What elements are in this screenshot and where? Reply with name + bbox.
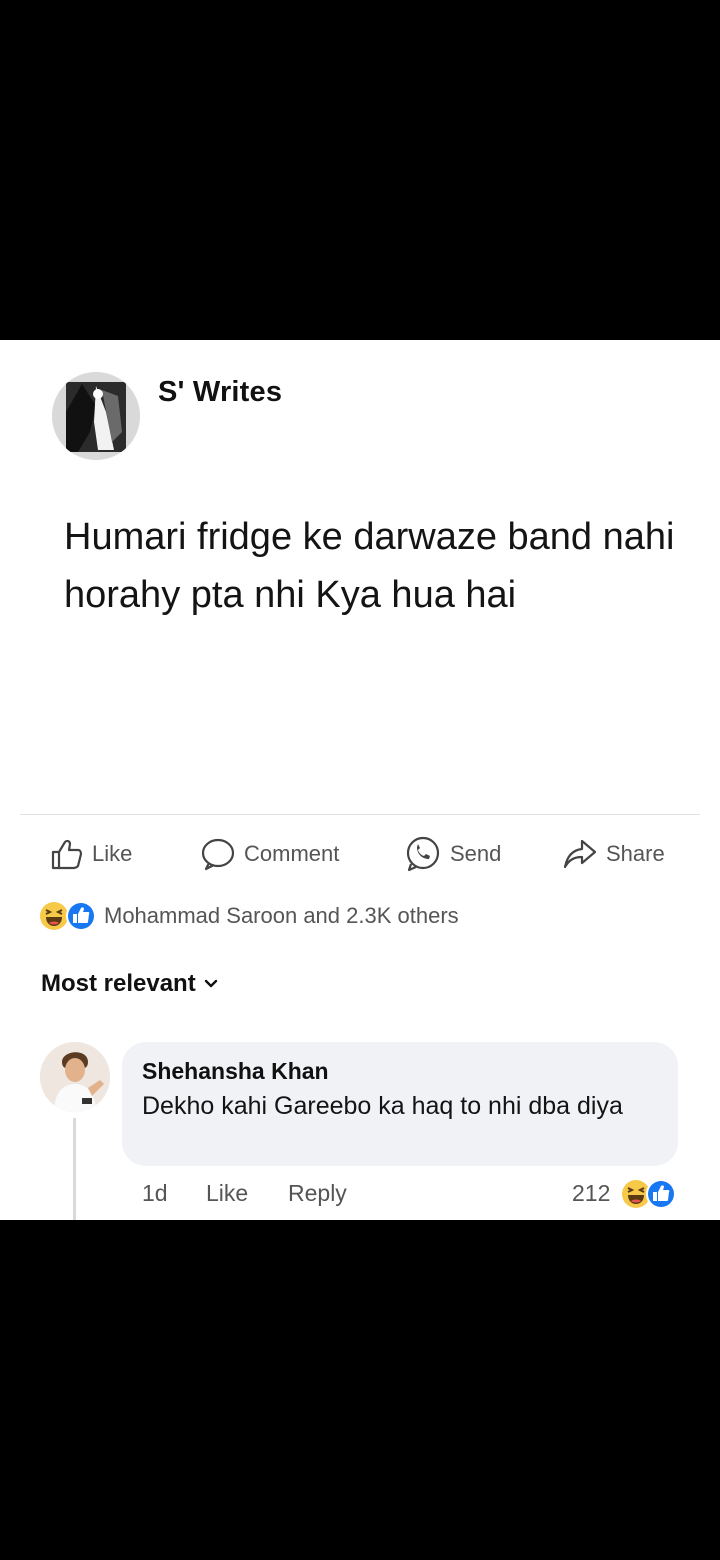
author-avatar-image: [52, 372, 140, 460]
whatsapp-icon: [406, 836, 440, 872]
comment-reply-button[interactable]: Reply: [288, 1180, 347, 1207]
author-avatar[interactable]: [52, 372, 140, 460]
comment-like-button[interactable]: Like: [206, 1180, 248, 1207]
comment-button[interactable]: Comment: [200, 834, 339, 874]
bottom-black-area: [0, 1220, 720, 1560]
comment-text: Dekho kahi Gareebo ka haq to nhi dba diy…: [142, 1092, 623, 1120]
commenter-avatar[interactable]: [40, 1042, 110, 1112]
reactions-summary[interactable]: Mohammad Saroon and 2.3K others: [38, 900, 459, 932]
post-text: Humari fridge ke darwaze band nahi horah…: [64, 516, 675, 616]
post-card: S' Writes Humari fridge ke darwaze band …: [0, 340, 720, 1220]
comment-icon: [201, 838, 235, 871]
reactions-text: Mohammad Saroon and 2.3K others: [104, 903, 459, 928]
comment-reaction-count[interactable]: 212: [572, 1180, 610, 1207]
send-button[interactable]: Send: [404, 834, 501, 874]
like-icon: [66, 901, 96, 931]
author-name[interactable]: S' Writes: [158, 376, 282, 409]
send-label: Send: [450, 841, 502, 866]
reaction-icons: [38, 900, 100, 932]
share-icon: [563, 839, 597, 869]
divider: [20, 814, 700, 815]
post-actions-bar: Like Comment Send Share: [0, 834, 720, 874]
chevron-down-icon: [204, 979, 217, 988]
comment-bubble[interactable]: Shehansha Khan Dekho kahi Gareebo ka haq…: [122, 1042, 678, 1166]
like-button[interactable]: Like: [50, 834, 132, 874]
share-button[interactable]: Share: [562, 834, 665, 874]
top-black-area: [0, 0, 720, 340]
comment-label: Comment: [244, 841, 340, 866]
comment-time: 1d: [142, 1180, 168, 1206]
sort-label: Most relevant: [41, 970, 196, 997]
thumbs-up-icon: [51, 839, 83, 870]
like-label: Like: [92, 841, 133, 866]
comment-thread-line: [73, 1118, 76, 1220]
comment-reaction-icons[interactable]: [620, 1178, 680, 1210]
like-icon: [646, 1179, 676, 1209]
comment-meta: 1d Like Reply 212: [142, 1178, 682, 1212]
commenter-name[interactable]: Shehansha Khan: [142, 1058, 329, 1085]
commenter-avatar-image: [40, 1042, 110, 1112]
share-label: Share: [606, 841, 665, 866]
comments-sort-dropdown[interactable]: Most relevant: [41, 970, 218, 998]
